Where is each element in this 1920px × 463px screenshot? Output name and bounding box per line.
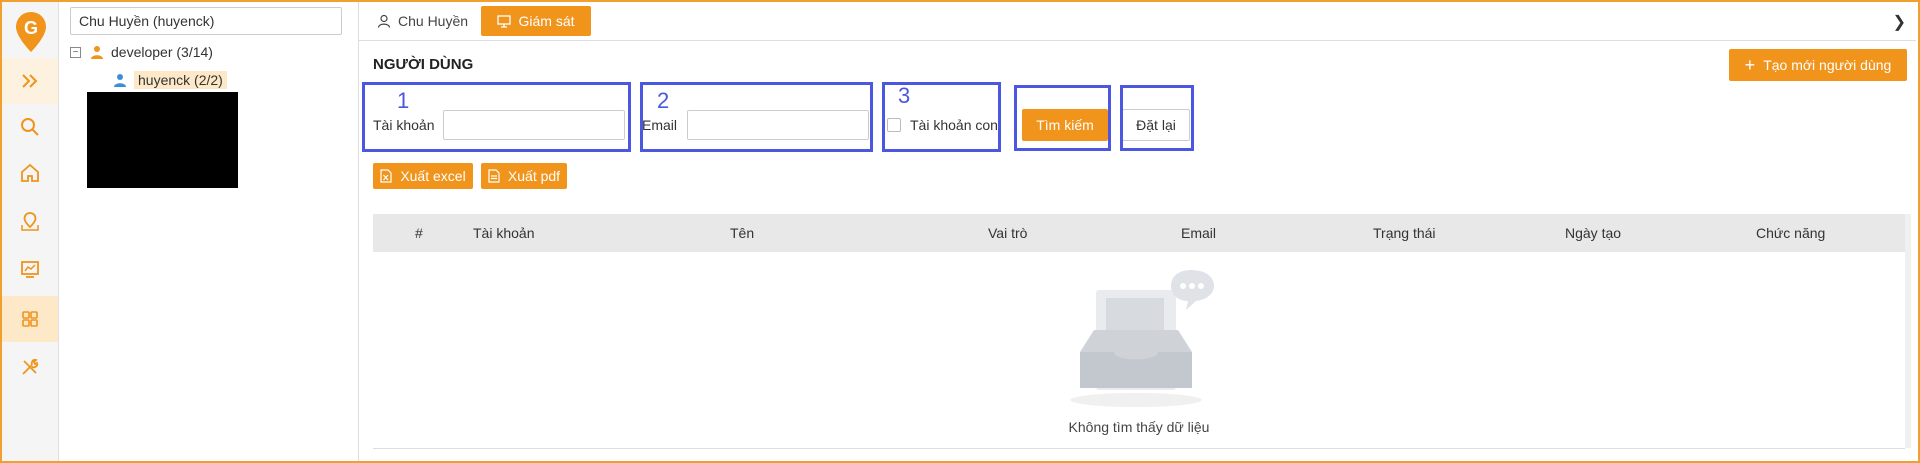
rail-monitor-button[interactable] bbox=[2, 246, 58, 292]
empty-state-text: Không tìm thấy dữ liệu bbox=[1068, 419, 1210, 435]
column-header-actions: Chức năng bbox=[1756, 225, 1826, 241]
column-header-created-date: Ngày tạo bbox=[1565, 225, 1622, 241]
annotation-box-reset bbox=[1120, 85, 1194, 151]
expand-menu-button[interactable] bbox=[2, 58, 58, 104]
rail-apps-button[interactable] bbox=[2, 296, 58, 342]
annotation-box-2 bbox=[640, 82, 873, 152]
export-excel-label: Xuất excel bbox=[400, 168, 466, 184]
page-title: NGƯỜI DÙNG bbox=[373, 56, 474, 73]
table-scrollbar[interactable] bbox=[1905, 214, 1911, 448]
tree-node-huyenck[interactable]: huyenck (2/2) bbox=[112, 71, 227, 89]
annotation-number: 3 bbox=[898, 83, 911, 108]
table-body: Không tìm thấy dữ liệu bbox=[373, 252, 1905, 449]
excel-file-icon bbox=[380, 169, 392, 183]
empty-inbox-icon bbox=[1070, 270, 1214, 407]
user-icon bbox=[114, 74, 126, 87]
create-user-button[interactable]: + Tạo mới người dùng bbox=[1729, 49, 1907, 81]
create-user-label: Tạo mới người dùng bbox=[1763, 57, 1892, 73]
column-header-account: Tài khoản bbox=[473, 225, 535, 241]
tab-label: Chu Huyền bbox=[398, 13, 469, 29]
redacted-area bbox=[87, 92, 238, 188]
rail-map-button[interactable] bbox=[2, 198, 58, 244]
tab-label: Giám sát bbox=[518, 13, 575, 29]
brand-logo[interactable]: G bbox=[14, 10, 48, 54]
user-tree-panel: − developer (3/14) huyenck (2/2) bbox=[60, 2, 359, 461]
icon-rail: G bbox=[2, 2, 59, 461]
tree-node-label: developer (3/14) bbox=[111, 44, 213, 60]
monitor-icon bbox=[497, 15, 512, 28]
export-excel-button[interactable]: Xuất excel bbox=[373, 163, 473, 189]
search-icon bbox=[21, 118, 39, 136]
tab-scroll-right-icon[interactable]: ❯ bbox=[1893, 12, 1906, 32]
tab-user[interactable]: Chu Huyền bbox=[363, 6, 482, 36]
collapse-toggle-icon[interactable]: − bbox=[70, 46, 81, 58]
tools-icon bbox=[22, 358, 39, 375]
grid-apps-icon bbox=[22, 311, 38, 327]
expand-icon bbox=[22, 74, 38, 88]
tree-node-label: huyenck (2/2) bbox=[134, 71, 227, 89]
column-header-index: # bbox=[415, 225, 423, 241]
plus-icon: + bbox=[1744, 54, 1756, 75]
annotation-box-search bbox=[1014, 85, 1111, 151]
user-group-icon bbox=[91, 46, 103, 59]
home-icon bbox=[21, 163, 39, 182]
tree-node-developer[interactable]: − developer (3/14) bbox=[70, 44, 213, 60]
user-outline-icon bbox=[377, 14, 391, 28]
pdf-file-icon bbox=[488, 169, 500, 183]
column-header-role: Vai trò bbox=[988, 225, 1028, 241]
rail-home-button[interactable] bbox=[2, 150, 58, 196]
column-header-name: Tên bbox=[730, 225, 755, 241]
rail-tools-button[interactable] bbox=[2, 344, 58, 390]
svg-text:G: G bbox=[24, 18, 38, 38]
export-pdf-button[interactable]: Xuất pdf bbox=[481, 163, 567, 189]
rail-search-button[interactable] bbox=[2, 104, 58, 150]
tree-search-input[interactable] bbox=[70, 7, 342, 35]
tab-monitoring[interactable]: Giám sát bbox=[481, 6, 591, 36]
column-header-email: Email bbox=[1181, 225, 1217, 241]
monitor-chart-icon bbox=[21, 261, 39, 278]
tab-bar: Chu Huyền Giám sát ❯ bbox=[359, 2, 1916, 41]
annotation-number: 2 bbox=[657, 88, 670, 113]
map-pin-icon bbox=[21, 212, 39, 231]
annotation-number: 1 bbox=[397, 88, 410, 113]
export-pdf-label: Xuất pdf bbox=[507, 168, 561, 184]
table-header: # Tài khoản Tên Vai trò Email Trạng thái… bbox=[373, 214, 1905, 252]
column-header-status: Trạng thái bbox=[1373, 225, 1436, 241]
